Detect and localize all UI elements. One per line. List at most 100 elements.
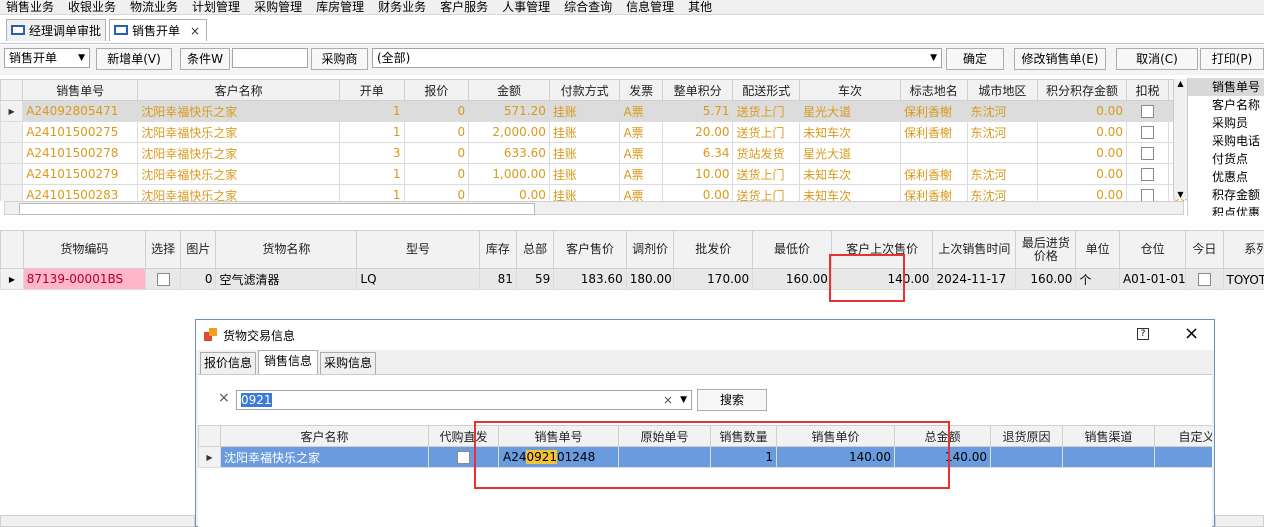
menu-item[interactable]: 采购管理 — [254, 0, 302, 14]
column-header[interactable]: 系列 — [1222, 230, 1264, 269]
column-header[interactable]: 选择 — [145, 230, 182, 269]
menu-item[interactable]: 人事管理 — [502, 0, 550, 14]
column-header[interactable]: 扣税 — [1125, 79, 1170, 101]
field-list-item[interactable]: 付货点 — [1188, 150, 1264, 168]
row-header — [198, 425, 221, 447]
tab-quote-info[interactable]: 报价信息 — [200, 352, 256, 374]
tab-manager-approval[interactable]: 经理调单审批 — [6, 19, 106, 41]
field-list-item[interactable]: 采购员 — [1188, 114, 1264, 132]
checkbox[interactable] — [1141, 126, 1155, 139]
menu-item[interactable]: 其他 — [688, 0, 712, 14]
confirm-button[interactable]: 确定 — [946, 48, 1004, 70]
column-header[interactable]: 销售单号 — [22, 79, 139, 101]
column-header[interactable]: 积分积存金额 — [1037, 79, 1127, 101]
menu-item[interactable]: 计划管理 — [192, 0, 240, 14]
column-header[interactable]: 销售渠道 — [1062, 425, 1155, 447]
column-header[interactable]: 客户名称 — [137, 79, 340, 101]
table-row[interactable]: A24101500279 沈阳幸福快乐之家 1 0 1,000.00 挂账 A票 10.00 送… — [0, 163, 1187, 185]
menu-item[interactable]: 销售业务 — [6, 0, 54, 14]
order-type-select[interactable]: 销售开单 ▼ — [4, 48, 90, 68]
table-row[interactable]: A24101500278 沈阳幸福快乐之家 3 0 633.60 挂账 A票 6.34 货站发货… — [0, 142, 1187, 164]
column-header[interactable]: 城市地区 — [966, 79, 1039, 101]
column-header[interactable]: 型号 — [356, 230, 480, 269]
column-header[interactable]: 库存 — [478, 230, 517, 269]
column-header[interactable]: 客户售价 — [553, 230, 627, 269]
column-header[interactable]: 配送形式 — [732, 79, 801, 101]
clear-icon[interactable]: × — [218, 390, 230, 406]
field-list-item[interactable]: 客户名称 — [1188, 96, 1264, 114]
column-header[interactable]: 上次销售时间 — [932, 230, 1017, 269]
column-header[interactable]: 退货原因 — [990, 425, 1063, 447]
column-header[interactable]: 货物名称 — [215, 230, 358, 269]
checkbox[interactable] — [1141, 105, 1155, 118]
orders-hscrollbar[interactable] — [4, 201, 1184, 215]
column-header[interactable]: 图片 — [180, 230, 217, 269]
cancel-button[interactable]: 取消(C) — [1116, 48, 1198, 70]
column-header[interactable]: 货物编码 — [22, 230, 147, 269]
column-header[interactable]: 金额 — [468, 79, 550, 101]
close-icon[interactable]: × — [1184, 323, 1199, 344]
column-header[interactable]: 最后进货价格 — [1015, 230, 1077, 269]
row-header — [0, 142, 24, 164]
column-header[interactable]: 开单 — [339, 79, 405, 101]
checkbox[interactable] — [1141, 189, 1155, 201]
column-header[interactable]: 最低价 — [752, 230, 832, 269]
menu-item[interactable]: 财务业务 — [378, 0, 426, 14]
checkbox[interactable] — [457, 451, 470, 464]
field-list-item[interactable]: 积点优惠 — [1188, 204, 1264, 216]
column-header[interactable]: 今日 — [1185, 230, 1224, 269]
column-header[interactable]: 批发价 — [673, 230, 754, 269]
menu-item[interactable]: 物流业务 — [130, 0, 178, 14]
column-header[interactable]: 单位 — [1075, 230, 1120, 269]
close-tab-icon[interactable]: × — [190, 20, 200, 42]
menu-item[interactable]: 综合查询 — [564, 0, 612, 14]
column-header[interactable]: 车次 — [799, 79, 901, 101]
table-row[interactable]: ▶ A24092805471 沈阳幸福快乐之家 1 0 571.20 挂账 A票 5.71 送货上… — [0, 100, 1187, 122]
checkbox[interactable] — [1141, 147, 1155, 160]
tab-purchase-info[interactable]: 采购信息 — [320, 352, 376, 374]
field-list-item[interactable]: 采购电话 — [1188, 132, 1264, 150]
field-list-item[interactable]: 销售单号 — [1188, 78, 1264, 96]
tab-sales-order[interactable]: 销售开单 × — [109, 19, 207, 41]
column-header[interactable]: 发票 — [619, 79, 663, 101]
filter-select[interactable]: (全部) ▼ — [372, 48, 942, 68]
column-header[interactable]: 报价 — [403, 79, 470, 101]
condition-button[interactable]: 条件W — [180, 48, 230, 70]
column-header[interactable]: 客户名称 — [220, 425, 429, 447]
new-order-button[interactable]: 新增单(V) — [96, 48, 172, 70]
bottom-hscrollbar[interactable] — [0, 515, 195, 527]
supplier-button[interactable]: 采购商 — [311, 48, 368, 70]
column-header[interactable]: 整单积分 — [661, 79, 734, 101]
field-list-item[interactable]: 积存金额 — [1188, 186, 1264, 204]
column-header[interactable]: 调剂价 — [625, 230, 675, 269]
menu-item[interactable]: 库房管理 — [316, 0, 364, 14]
column-header[interactable]: 付款方式 — [548, 79, 621, 101]
modify-order-button[interactable]: 修改销售单(E) — [1014, 48, 1106, 70]
column-header[interactable]: 自定义 — [1154, 425, 1212, 447]
arrow-down-icon[interactable]: ▼ — [1174, 190, 1187, 199]
bottom-hscrollbar-right[interactable] — [1215, 515, 1264, 527]
scroll-thumb[interactable] — [19, 203, 535, 215]
column-header[interactable]: 仓位 — [1118, 230, 1187, 269]
checkbox[interactable] — [156, 273, 170, 286]
clear-icon[interactable]: × — [663, 391, 673, 409]
arrow-up-icon[interactable]: ▲ — [1174, 79, 1187, 88]
help-icon[interactable]: ? — [1137, 328, 1149, 340]
checkbox[interactable] — [1141, 168, 1155, 181]
column-header[interactable]: 标志地名 — [899, 79, 968, 101]
goods-row[interactable]: ▶ 87139-00001BS 0 空气滤清器 LQ 81 59 183.60 180.00 17… — [0, 268, 1264, 290]
tab-sales-info[interactable]: 销售信息 — [258, 350, 318, 374]
condition-input[interactable] — [232, 48, 308, 68]
menu-item[interactable]: 客户服务 — [440, 0, 488, 14]
column-header[interactable]: 总部 — [515, 230, 555, 269]
checkbox[interactable] — [1197, 273, 1211, 286]
search-input[interactable]: 0921 × ▼ — [236, 390, 692, 410]
menu-item[interactable]: 信息管理 — [626, 0, 674, 14]
field-list-item[interactable]: 优惠点 — [1188, 168, 1264, 186]
search-button[interactable]: 搜索 — [697, 389, 767, 411]
table-row[interactable]: A24101500275 沈阳幸福快乐之家 1 0 2,000.00 挂账 A票 20.00 送… — [0, 121, 1187, 143]
orders-vscrollbar[interactable]: ▲ ▼ — [1173, 79, 1187, 199]
print-button[interactable]: 打印(P) — [1200, 48, 1264, 70]
menu-item[interactable]: 收银业务 — [68, 0, 116, 14]
table-row[interactable]: A24101500283 沈阳幸福快乐之家 1 0 0.00 挂账 A票 0.00 送货上门 未知… — [0, 184, 1187, 201]
